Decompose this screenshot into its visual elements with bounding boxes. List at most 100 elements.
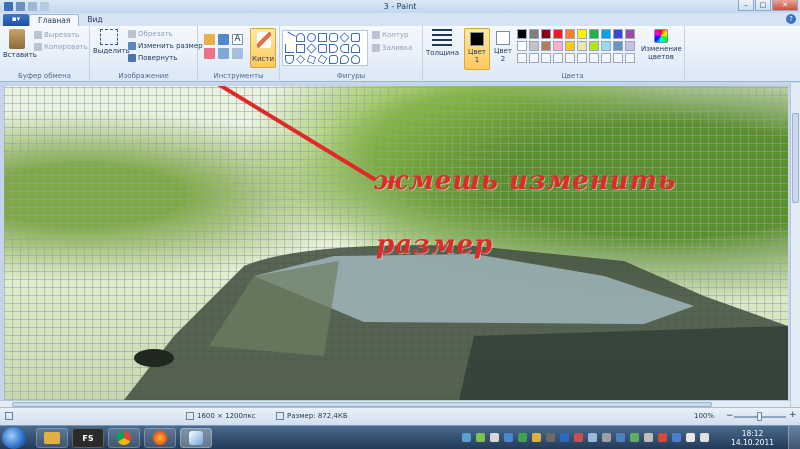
tray-icon[interactable] xyxy=(658,433,667,442)
palette-color-swatch[interactable] xyxy=(541,29,551,39)
volume-icon[interactable] xyxy=(700,433,709,442)
star5-shape-icon[interactable] xyxy=(306,54,317,65)
save-icon[interactable] xyxy=(16,2,25,11)
line-shape-icon[interactable] xyxy=(283,31,296,44)
palette-color-swatch[interactable] xyxy=(613,29,623,39)
tray-icon[interactable] xyxy=(462,433,471,442)
palette-color-swatch[interactable] xyxy=(625,29,635,39)
tray-icon[interactable] xyxy=(490,433,499,442)
rounded-rectangle-shape-icon[interactable] xyxy=(329,33,338,42)
empty-color-slot[interactable] xyxy=(601,53,611,63)
empty-color-slot[interactable] xyxy=(625,53,635,63)
crop-button[interactable]: Обрезать xyxy=(128,30,173,38)
cut-button[interactable]: Вырезать xyxy=(34,31,79,39)
network-icon[interactable] xyxy=(686,433,695,442)
tray-icon[interactable] xyxy=(546,433,555,442)
vertical-scrollbar[interactable] xyxy=(790,83,800,407)
fill-button[interactable]: Заливка xyxy=(372,44,412,52)
arrow-right-shape-icon[interactable] xyxy=(329,44,338,53)
empty-color-slot[interactable] xyxy=(613,53,623,63)
color-picker-icon[interactable] xyxy=(218,48,229,59)
palette-color-swatch[interactable] xyxy=(565,41,575,51)
tray-icon[interactable] xyxy=(588,433,597,442)
color2-button[interactable]: Цвет 2 xyxy=(493,31,513,63)
resize-button[interactable]: Изменить размер xyxy=(128,42,203,50)
copy-button[interactable]: Копировать xyxy=(34,43,88,51)
select-button[interactable]: Выделить xyxy=(93,29,130,55)
palette-color-swatch[interactable] xyxy=(541,41,551,51)
minimize-button[interactable]: – xyxy=(738,0,754,11)
tab-view[interactable]: Вид xyxy=(79,14,110,26)
zoom-in-button[interactable]: + xyxy=(789,410,797,420)
palette-color-swatch[interactable] xyxy=(577,41,587,51)
paint-menu-button[interactable]: ▪▾ xyxy=(3,14,29,26)
tray-icon[interactable] xyxy=(644,433,653,442)
empty-color-slot[interactable] xyxy=(529,53,539,63)
tray-icon[interactable] xyxy=(630,433,639,442)
taskbar-explorer[interactable] xyxy=(36,428,68,448)
magnifier-icon[interactable] xyxy=(232,48,243,59)
fill-bucket-icon[interactable] xyxy=(218,34,229,45)
undo-icon[interactable] xyxy=(28,2,37,11)
empty-color-slot[interactable] xyxy=(565,53,575,63)
horizontal-scrollbar[interactable] xyxy=(0,400,790,407)
palette-color-swatch[interactable] xyxy=(613,41,623,51)
zoom-out-button[interactable]: − xyxy=(726,411,734,421)
empty-color-slot[interactable] xyxy=(517,53,527,63)
taskbar-firefox[interactable] xyxy=(144,428,176,448)
tab-home[interactable]: Главная xyxy=(29,14,80,26)
arrow-down-shape-icon[interactable] xyxy=(285,55,294,64)
zoom-slider-thumb[interactable] xyxy=(757,412,762,421)
palette-color-swatch[interactable] xyxy=(577,29,587,39)
shapes-gallery[interactable] xyxy=(282,30,368,66)
callout-rect-shape-icon[interactable] xyxy=(329,55,338,64)
polygon-shape-icon[interactable] xyxy=(351,33,360,42)
palette-color-swatch[interactable] xyxy=(529,29,539,39)
arrow-up-shape-icon[interactable] xyxy=(351,44,360,53)
tray-icon[interactable] xyxy=(602,433,611,442)
vertical-scroll-thumb[interactable] xyxy=(792,113,799,203)
diamond-shape-icon[interactable] xyxy=(339,32,350,43)
tray-icon[interactable] xyxy=(518,433,527,442)
brushes-button[interactable]: Кисти xyxy=(250,28,276,68)
arrow-left-shape-icon[interactable] xyxy=(340,44,349,53)
show-desktop-button[interactable] xyxy=(788,426,800,449)
oval-shape-icon[interactable] xyxy=(307,33,316,42)
tray-icon[interactable] xyxy=(504,433,513,442)
tray-icon[interactable] xyxy=(574,433,583,442)
palette-color-swatch[interactable] xyxy=(517,29,527,39)
tray-icon[interactable] xyxy=(532,433,541,442)
callout-oval-shape-icon[interactable] xyxy=(340,55,349,64)
palette-color-swatch[interactable] xyxy=(529,41,539,51)
drawing-canvas[interactable]: жмешь изменить размер xyxy=(4,86,788,400)
pentagon-shape-icon[interactable] xyxy=(306,43,317,54)
empty-color-slot[interactable] xyxy=(589,53,599,63)
pencil-icon[interactable] xyxy=(204,34,215,45)
rotate-button[interactable]: Повернуть xyxy=(128,54,177,62)
help-icon[interactable]: ? xyxy=(786,14,796,24)
palette-color-swatch[interactable] xyxy=(565,29,575,39)
empty-color-slot[interactable] xyxy=(541,53,551,63)
taskbar-fs[interactable]: FS xyxy=(72,428,104,448)
hexagon-shape-icon[interactable] xyxy=(318,44,327,53)
heart-shape-icon[interactable] xyxy=(351,55,360,64)
paste-button[interactable]: Вставить xyxy=(3,29,37,59)
zoom-slider[interactable] xyxy=(734,412,786,421)
paint-app-icon[interactable] xyxy=(4,2,13,11)
start-button[interactable] xyxy=(2,427,26,449)
palette-color-swatch[interactable] xyxy=(601,41,611,51)
edit-colors-button[interactable]: Изменение цветов xyxy=(641,29,682,61)
star4-shape-icon[interactable] xyxy=(296,55,305,64)
close-button[interactable]: ✕ xyxy=(772,0,798,11)
redo-icon[interactable] xyxy=(40,2,49,11)
outline-button[interactable]: Контур xyxy=(372,31,409,39)
bluetooth-icon[interactable] xyxy=(560,433,569,442)
right-triangle-shape-icon[interactable] xyxy=(296,44,305,53)
palette-color-swatch[interactable] xyxy=(589,41,599,51)
palette-color-swatch[interactable] xyxy=(553,29,563,39)
language-flag-icon[interactable] xyxy=(672,433,681,442)
clock[interactable]: 18:12 14.10.2011 xyxy=(731,429,774,447)
taskbar-chrome[interactable] xyxy=(108,428,140,448)
taskbar-paint[interactable] xyxy=(180,428,212,448)
star6-shape-icon[interactable] xyxy=(317,54,328,65)
